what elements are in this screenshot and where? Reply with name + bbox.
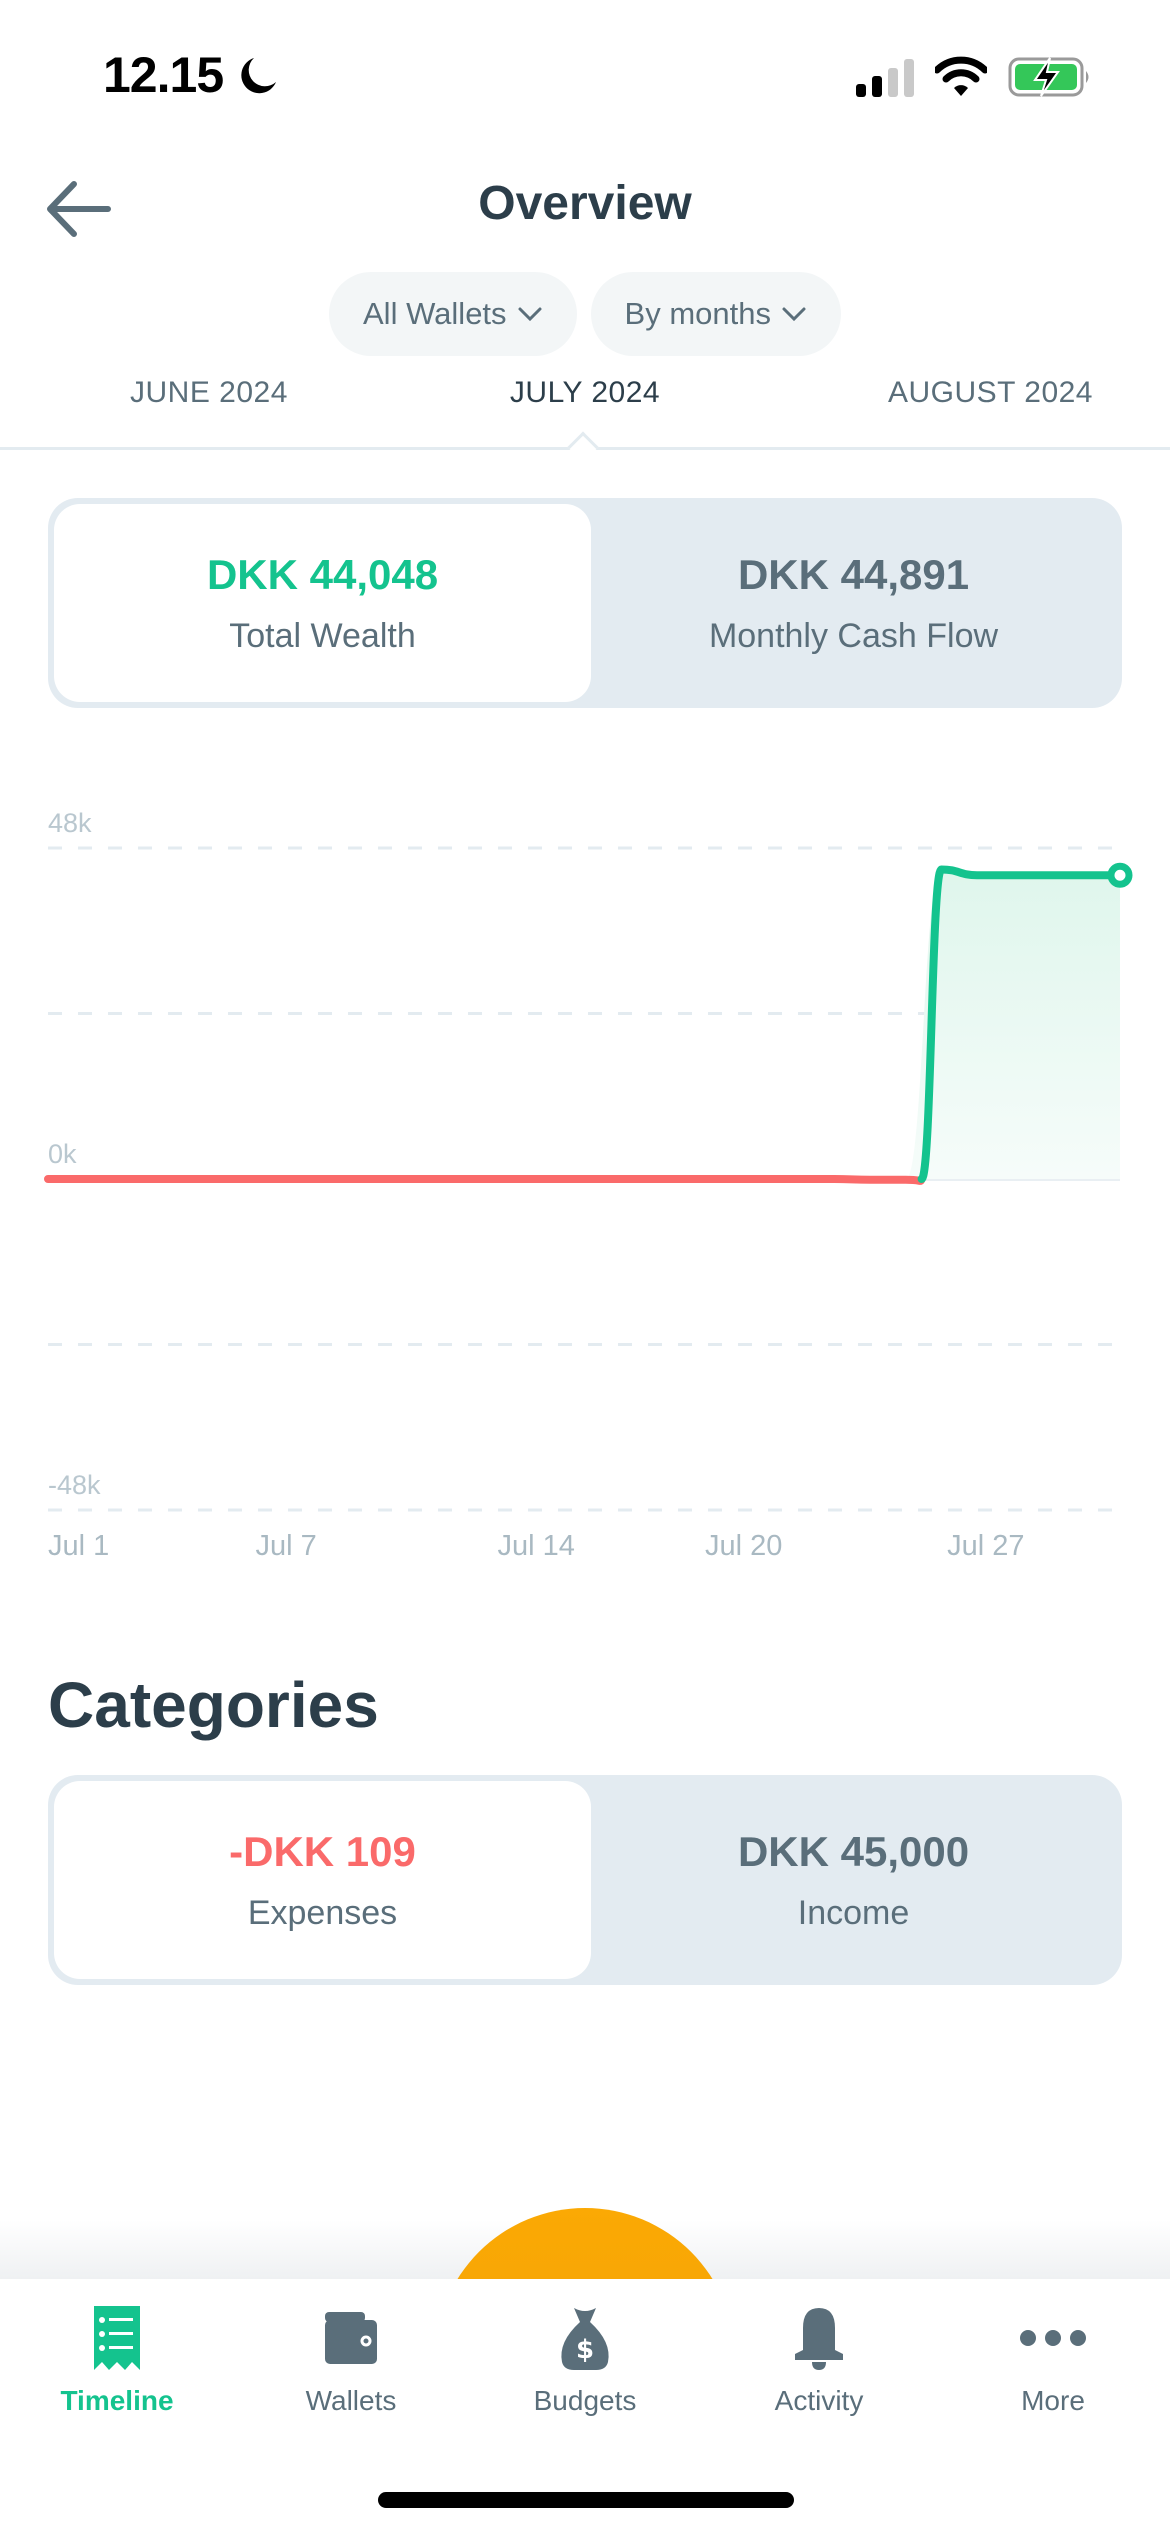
nav-item-timeline[interactable]: Timeline [0,2305,234,2417]
money-bag-icon: $ [561,2308,609,2370]
wallet-filter-label: All Wallets [363,296,507,331]
nav-item-wallets[interactable]: Wallets [234,2305,468,2417]
categories-toggle: -DKK 109 Expenses DKK 45,000 Income [48,1775,1122,1985]
y-tick-label: -48k [48,1470,101,1500]
expenses-option[interactable]: -DKK 109 Expenses [54,1781,591,1979]
income-label: Income [797,1893,910,1932]
battery-charging-icon [1008,57,1089,97]
expenses-label: Expenses [247,1893,398,1932]
more-dots-icon [1020,2330,1086,2346]
bell-icon [795,2308,843,2370]
tab-previous-month[interactable]: JUNE 2024 [130,376,288,410]
last-point-marker [1107,862,1133,888]
categories-heading: Categories [48,1669,379,1741]
monthly-cash-flow-option[interactable]: DKK 44,891 Monthly Cash Flow [591,504,1116,702]
income-amount: DKK 45,000 [737,1827,970,1875]
cellular-signal-icon [856,59,914,97]
period-filter-label: By months [624,296,771,331]
x-tick-label: Jul 7 [255,1530,316,1562]
y-tick-label: 0k [48,1139,77,1169]
nav-item-activity[interactable]: Activity [702,2305,936,2417]
negative-series-line [44,1175,926,1185]
total-wealth-amount: DKK 44,048 [206,550,439,598]
total-wealth-option[interactable]: DKK 44,048 Total Wealth [54,504,591,702]
tab-current-month[interactable]: JULY 2024 [510,376,660,409]
wifi-icon [935,56,987,96]
x-tick-label: Jul 20 [705,1530,782,1562]
x-tick-label: Jul 1 [48,1530,109,1562]
status-bar: 12.15 [0,0,1170,150]
x-tick-label: Jul 14 [498,1530,575,1562]
x-tick-label: Jul 27 [947,1530,1024,1562]
status-time: 12.15 [103,47,224,103]
wallet-icon [325,2312,377,2364]
nav-label: More [1021,2385,1085,2416]
nav-item-more[interactable]: More [936,2305,1170,2417]
y-tick-label: 48k [48,808,92,838]
moon-icon [241,58,276,94]
nav-label: Wallets [305,2385,397,2416]
svg-text:$: $ [576,2335,594,2365]
wealth-chart: 48k 0k -48k Jul 1 Jul 7 Jul 14 Jul 20 Jul 27 [0,790,1170,1580]
wealth-chart-svg: 48k 0k -48k Jul 1 Jul 7 Jul 14 Jul 20 Jul 27 [44,808,1133,1562]
wealth-toggle: DKK 44,048 Total Wealth DKK 44,891 Month… [48,498,1122,708]
monthly-cash-flow-amount: DKK 44,891 [737,550,970,598]
nav-item-budgets[interactable]: $ Budgets [468,2305,702,2417]
expenses-amount: -DKK 109 [229,1827,416,1875]
receipt-list-icon [94,2306,140,2370]
income-option[interactable]: DKK 45,000 Income [591,1781,1116,1979]
tab-next-month[interactable]: AUGUST 2024 [888,376,1093,410]
nav-label: Activity [774,2385,864,2416]
monthly-cash-flow-label: Monthly Cash Flow [708,616,999,655]
wallet-filter-dropdown[interactable]: All Wallets [329,272,577,356]
period-filter-dropdown[interactable]: By months [590,272,841,356]
home-indicator [378,2492,794,2508]
chevron-down-icon [782,307,806,322]
page-title: Overview [478,177,692,230]
nav-label: Timeline [60,2385,174,2416]
filter-pills: All Wallets By months [0,272,1170,356]
chevron-down-icon [518,307,542,322]
nav-label: Budgets [533,2385,637,2416]
total-wealth-label: Total Wealth [229,616,416,655]
